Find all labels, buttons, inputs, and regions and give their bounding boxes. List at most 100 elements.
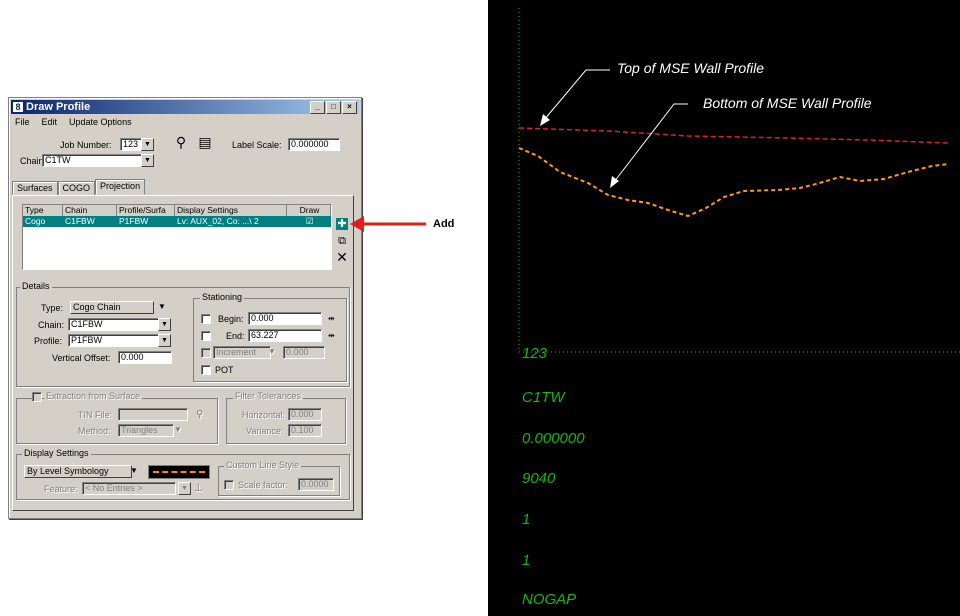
locate-icon[interactable]: ⚲ [172,133,190,151]
app-icon: 8 [13,102,23,112]
job-number-label: Job Number: [60,140,112,150]
cell-type: Cogo [23,216,63,227]
end-field[interactable]: 63.227 [248,329,322,342]
col-display[interactable]: Display Settings [175,205,287,216]
add-annotation-label: Add [433,218,455,230]
delete-row-icon[interactable]: ✕ [336,250,348,264]
table-header: Type Chain Profile/Surfa Display Setting… [23,205,331,216]
vertical-offset-label: Vertical Offset: [52,353,111,363]
job-number-field[interactable]: 123 [120,138,142,151]
begin-checkbox[interactable] [201,314,211,324]
stationing-title: Stationing [200,292,245,302]
menu-update-options[interactable]: Update Options [67,117,134,127]
chain-field[interactable]: C1TW [42,154,142,167]
title-bar[interactable]: 8 Draw Profile _ □ × [11,100,359,114]
extraction-checkbox[interactable] [32,392,42,402]
horizontal-field[interactable]: 0.000 [288,408,322,421]
value-nogap: NOGAP [522,591,577,608]
filter-title: Filter Tolerances [233,391,303,401]
label-scale-field[interactable]: 0.000000 [288,138,340,151]
horizontal-label: Horizontal: [242,410,286,420]
symbology-dropdown-icon[interactable]: ▼ [130,466,138,475]
bottom-wall-label: Bottom of MSE Wall Profile [703,95,872,111]
pot-checkbox[interactable] [201,365,211,375]
col-type[interactable]: Type [23,205,63,216]
value-job-number: 123 [522,345,548,362]
cell-chain: C1FBW [63,216,117,227]
minimize-button[interactable]: _ [310,101,325,114]
scale-factor-label: Scale factor: [238,480,289,490]
details-title: Details [20,281,52,291]
window-title: Draw Profile [26,101,91,113]
symbology-select[interactable]: By Level Symbology [24,465,132,478]
filter-group [226,398,346,444]
cell-draw-checkbox[interactable]: ☑ [287,216,331,227]
profile-dropdown-icon[interactable]: ▼ [158,334,171,347]
line-style-preview[interactable] [148,465,210,479]
profile-view [488,0,960,616]
value-one-b: 1 [522,552,531,569]
increment-dropdown-icon[interactable]: ▼ [268,347,276,356]
display-settings-title: Display Settings [22,448,91,458]
feature-label: Feature: [44,484,78,494]
feature-pick-icon[interactable]: ⊥ [194,483,203,494]
menu-bar: File Edit Update Options [13,117,134,127]
browse-icon[interactable]: ⚲ [196,409,203,420]
increment-checkbox[interactable] [201,348,211,358]
chain-dropdown-icon[interactable]: ▼ [141,154,154,167]
custom-line-style-title: Custom Line Style [224,460,302,470]
tin-file-label: TIN File: [78,410,113,420]
table-row[interactable]: Cogo C1FBW P1FBW Lv: AUX_02, Co: ...\ 2 … [23,216,331,227]
cell-display: Lv: AUX_02, Co: ...\ 2 [175,216,287,227]
tab-strip: Surfaces COGO Projection [12,179,146,196]
end-checkbox[interactable] [201,331,211,341]
extraction-group [16,398,218,444]
col-chain[interactable]: Chain [63,205,117,216]
profile-field[interactable]: P1FBW [68,334,160,347]
job-number-dropdown-icon[interactable]: ▼ [141,138,154,151]
menu-edit[interactable]: Edit [40,117,60,127]
end-label: End: [226,331,245,341]
projection-table: Type Chain Profile/Surfa Display Setting… [22,204,332,270]
method-dropdown-icon[interactable]: ▼ [174,425,182,434]
details-chain-label: Chain: [38,320,65,330]
col-draw[interactable]: Draw [287,205,331,216]
value-chain: C1TW [522,389,565,406]
begin-pick-icon[interactable]: ⇹ [328,314,335,323]
tab-cogo[interactable]: COGO [57,181,96,196]
type-dropdown-icon[interactable]: ▼ [158,302,166,311]
feature-field[interactable]: < No Entries > [82,482,176,495]
pot-label: POT [215,365,234,375]
scale-factor-checkbox[interactable] [224,480,234,490]
increment-select[interactable]: Increment [213,346,271,359]
begin-label: Begin: [218,314,244,324]
add-row-icon[interactable]: ✚ [336,218,348,230]
menu-file[interactable]: File [13,117,32,127]
copy-row-icon[interactable]: ⧉ [336,235,348,247]
details-chain-dropdown-icon[interactable]: ▼ [158,318,171,331]
tab-projection[interactable]: Projection [95,179,146,194]
method-select[interactable]: Triangles [118,424,174,437]
tab-surfaces[interactable]: Surfaces [12,181,58,196]
method-label: Method: [78,426,111,436]
feature-dropdown-icon[interactable]: ▼ [178,482,191,495]
label-scale-label: Label Scale: [232,140,282,150]
increment-field[interactable]: 0.000 [283,346,325,359]
close-button[interactable]: × [342,101,357,114]
top-wall-label: Top of MSE Wall Profile [617,60,765,76]
profile-canvas [518,8,960,353]
value-label-scale: 0.000000 [522,430,585,447]
variance-field[interactable]: 0.100 [288,424,322,437]
scale-factor-field[interactable]: 0.0000 [298,478,334,491]
details-chain-field[interactable]: C1FBW [68,318,160,331]
type-select[interactable]: Cogo Chain [70,301,154,314]
tin-file-field[interactable] [118,408,188,421]
col-profile[interactable]: Profile/Surfa [117,205,175,216]
variance-label: Variance: [246,426,284,436]
maximize-button[interactable]: □ [326,101,341,114]
vertical-offset-field[interactable]: 0.000 [118,351,172,364]
folder-icon[interactable]: ▤ [196,133,214,151]
end-pick-icon[interactable]: ⇹ [328,331,335,340]
begin-field[interactable]: 0.000 [248,312,322,325]
cell-profile: P1FBW [117,216,175,227]
